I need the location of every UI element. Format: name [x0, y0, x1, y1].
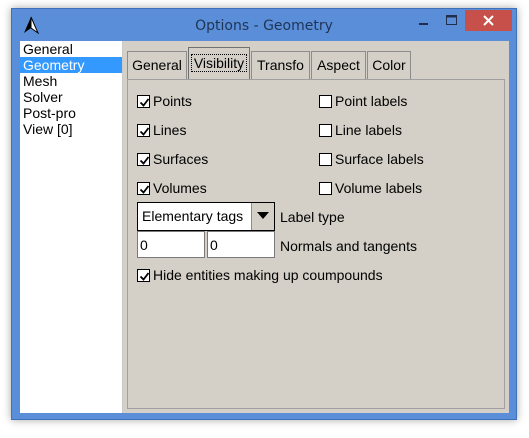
line-labels-checkbox[interactable]: Line labels	[319, 121, 402, 139]
checkbox-box[interactable]	[319, 124, 332, 137]
tree-item-mesh[interactable]: Mesh	[20, 73, 122, 89]
options-window: Options - Geometry General Geometry Mesh…	[11, 8, 517, 420]
tree-item-post-pro[interactable]: Post-pro	[20, 105, 122, 121]
tab-general[interactable]: General	[127, 51, 187, 80]
tab-transfo[interactable]: Transfo	[251, 51, 310, 80]
tangents-input[interactable]	[207, 231, 275, 258]
maximize-icon	[446, 15, 457, 25]
tab-label: Aspect	[317, 57, 360, 73]
lines-checkbox[interactable]: Lines	[137, 121, 186, 139]
checkbox-label: Volume labels	[335, 180, 423, 196]
tab-label: Transfo	[257, 57, 304, 73]
normals-caption: Normals and tangents	[280, 238, 417, 254]
volumes-checkbox[interactable]: Volumes	[137, 179, 207, 197]
tab-label: General	[132, 57, 182, 73]
title-bar[interactable]: Options - Geometry	[12, 9, 516, 41]
normals-input[interactable]	[137, 231, 205, 258]
hide-compounds-checkbox[interactable]: Hide entities making up coumpounds	[137, 266, 383, 284]
visibility-panel: Points Lines Surfaces Volumes Point labe…	[127, 79, 505, 409]
minimize-icon	[419, 23, 428, 25]
checkmark-icon	[139, 127, 150, 136]
label-type-caption: Label type	[280, 209, 345, 225]
tab-visibility[interactable]: Visibility	[188, 47, 250, 80]
checkbox-label: Line labels	[335, 122, 402, 138]
volume-labels-checkbox[interactable]: Volume labels	[319, 179, 422, 197]
tree-item-general[interactable]: General	[20, 41, 122, 57]
checkmark-icon	[139, 98, 150, 107]
checkbox-label: Hide entities making up coumpounds	[153, 267, 383, 283]
point-labels-checkbox[interactable]: Point labels	[319, 92, 407, 110]
checkbox-box[interactable]	[319, 95, 332, 108]
checkbox-label: Points	[153, 93, 192, 109]
checkbox-label: Surfaces	[153, 151, 209, 167]
checkbox-label: Lines	[153, 122, 187, 138]
checkbox-label: Point labels	[335, 93, 408, 109]
checkmark-icon	[139, 272, 150, 281]
checkmark-icon	[139, 185, 150, 194]
checkmark-icon	[139, 156, 150, 165]
points-checkbox[interactable]: Points	[137, 92, 192, 110]
surfaces-checkbox[interactable]: Surfaces	[137, 150, 208, 168]
checkbox-label: Surface labels	[335, 151, 424, 167]
checkbox-box[interactable]	[137, 95, 150, 108]
checkbox-label: Volumes	[153, 180, 207, 196]
client-area: General Geometry Mesh Solver Post-pro Vi…	[20, 41, 509, 413]
surface-labels-checkbox[interactable]: Surface labels	[319, 150, 424, 168]
tab-label: Visibility	[190, 54, 248, 72]
minimize-button[interactable]	[409, 10, 438, 31]
normals-value[interactable]	[138, 232, 204, 257]
close-button[interactable]	[465, 10, 512, 31]
tab-label: Color	[372, 57, 406, 73]
tree-item-solver[interactable]: Solver	[20, 89, 122, 105]
close-icon	[483, 15, 494, 26]
tree-item-view-0[interactable]: View [0]	[20, 121, 122, 137]
label-type-select[interactable]: Elementary tags	[137, 202, 275, 231]
checkbox-box[interactable]	[137, 124, 150, 137]
dropdown-button[interactable]	[251, 203, 274, 230]
checkbox-box[interactable]	[137, 269, 150, 282]
tangents-value[interactable]	[208, 232, 274, 257]
tab-color[interactable]: Color	[367, 51, 411, 80]
chevron-down-icon	[257, 212, 269, 219]
tree-item-geometry[interactable]: Geometry	[20, 57, 122, 73]
category-tree: General Geometry Mesh Solver Post-pro Vi…	[20, 41, 123, 413]
checkbox-box[interactable]	[319, 182, 332, 195]
tab-aspect[interactable]: Aspect	[311, 51, 366, 80]
checkbox-box[interactable]	[137, 153, 150, 166]
checkbox-box[interactable]	[319, 153, 332, 166]
maximize-button[interactable]	[438, 10, 465, 31]
label-type-value: Elementary tags	[142, 208, 244, 224]
checkbox-box[interactable]	[137, 182, 150, 195]
